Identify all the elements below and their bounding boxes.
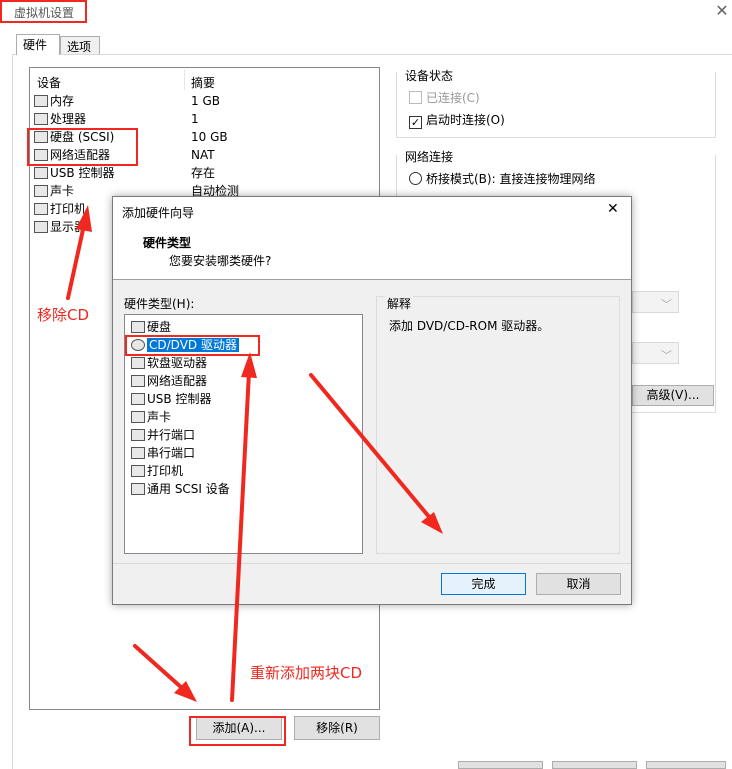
network-combo-1[interactable]: ﹀ (632, 291, 679, 313)
device-name: 打印机 (50, 202, 87, 216)
hw-item-parallel-port[interactable]: 并行端口 (125, 426, 362, 444)
hw-item-serial-port[interactable]: 串行端口 (125, 444, 362, 462)
remove-button[interactable]: 移除(R) (294, 716, 380, 740)
device-name: 内存 (50, 94, 75, 108)
hw-item-generic-scsi[interactable]: 通用 SCSI 设备 (125, 480, 362, 498)
hw-item-label: 并行端口 (147, 428, 196, 442)
bridged-radio[interactable]: 桥接模式(B): 直接连接物理网络 (409, 170, 595, 187)
hw-item-printer[interactable]: 打印机 (125, 462, 362, 480)
bridged-label: 桥接模式(B): 直接连接物理网络 (426, 172, 596, 186)
dialog-heading: 硬件类型 (143, 236, 192, 250)
removed-devices-highlight-box (27, 128, 138, 166)
device-status-title: 设备状态 (403, 67, 456, 84)
hw-item-label: USB 控制器 (147, 392, 212, 406)
finish-button[interactable]: 完成 (441, 573, 526, 595)
annotation-re-add-two-cd: 重新添加两块CD (250, 664, 363, 682)
connected-checkbox[interactable]: 已连接(C) (409, 89, 480, 106)
explanation-text: 添加 DVD/CD-ROM 驱动器。 (389, 319, 550, 333)
hw-item-hard-disk[interactable]: 硬盘 (125, 318, 362, 336)
generic-scsi-icon (131, 483, 145, 495)
connect-on-power-on-label: 启动时连接(O) (426, 113, 505, 127)
device-summary: 1 (191, 112, 199, 126)
dialog-close-icon[interactable]: ✕ (607, 201, 619, 217)
dialog-cancel-button[interactable]: 取消 (536, 573, 621, 595)
network-connection-title: 网络连接 (403, 148, 456, 165)
hw-item-label: 打印机 (147, 464, 184, 478)
device-name: 显示器 (50, 220, 87, 234)
cd-dvd-highlight-box (125, 335, 260, 356)
serial-port-icon (131, 447, 145, 459)
cancel-button-partial[interactable] (552, 761, 637, 769)
checkbox-unchecked-icon (409, 91, 422, 104)
advanced-button[interactable]: 高级(V)... (632, 385, 714, 406)
printer-icon (34, 203, 48, 215)
memory-icon (34, 95, 48, 107)
dialog-footer-divider (113, 563, 631, 564)
device-summary: 10 GB (191, 130, 228, 144)
dialog-title: 添加硬件向导 (122, 206, 195, 220)
usb-controller-icon (34, 167, 48, 179)
connected-label: 已连接(C) (426, 91, 480, 105)
hard-disk-icon (131, 321, 145, 333)
hardware-type-label: 硬件类型(H): (124, 297, 195, 311)
radio-icon (409, 172, 422, 185)
hw-item-label: 网络适配器 (147, 374, 208, 388)
tab-hardware[interactable]: 硬件 (16, 34, 60, 55)
device-row-processor[interactable]: 处理器 1 (34, 110, 374, 128)
device-summary: NAT (191, 148, 215, 162)
checkmark-icon: ✓ (409, 116, 422, 129)
hw-item-label: 通用 SCSI 设备 (147, 482, 230, 496)
network-adapter-icon (131, 375, 145, 387)
chevron-down-icon: ﹀ (661, 298, 672, 311)
sound-card-icon (34, 185, 48, 197)
column-divider (184, 70, 185, 90)
add-hardware-wizard-dialog: 添加硬件向导 ✕ 硬件类型 您要安装哪类硬件? 硬件类型(H): 硬盘 CD/D… (112, 196, 632, 605)
dialog-subheading: 您要安装哪类硬件? (169, 254, 272, 268)
device-column-header[interactable]: 设备 (37, 74, 61, 91)
tab-options[interactable]: 选项 (60, 36, 100, 55)
connect-on-power-on-checkbox[interactable]: ✓ 启动时连接(O) (409, 111, 505, 129)
device-name: USB 控制器 (50, 166, 115, 180)
parallel-port-icon (131, 429, 145, 441)
hw-item-label: 硬盘 (147, 320, 172, 334)
device-summary: 存在 (191, 166, 216, 180)
add-button-highlight-box (189, 716, 286, 746)
device-row-usb-controller[interactable]: USB 控制器 存在 (34, 164, 374, 182)
floppy-icon (131, 357, 145, 369)
explanation-group (376, 296, 620, 554)
device-summary: 1 GB (191, 94, 220, 108)
processor-icon (34, 113, 48, 125)
hw-item-label: 软盘驱动器 (147, 356, 208, 370)
hw-item-network-adapter[interactable]: 网络适配器 (125, 372, 362, 390)
help-button-partial[interactable] (646, 761, 726, 769)
device-row-memory[interactable]: 内存 1 GB (34, 92, 374, 110)
chevron-down-icon: ﹀ (661, 349, 672, 362)
device-name: 声卡 (50, 184, 75, 198)
annotation-remove-cd: 移除CD (37, 306, 90, 324)
network-combo-2[interactable]: ﹀ (632, 342, 679, 364)
title-highlight-box (0, 0, 87, 23)
hw-item-label: 串行端口 (147, 446, 196, 460)
sound-card-icon (131, 411, 145, 423)
hw-item-sound-card[interactable]: 声卡 (125, 408, 362, 426)
hw-item-label: 声卡 (147, 410, 172, 424)
ok-button-partial[interactable]: 确定 (458, 761, 543, 769)
device-name: 处理器 (50, 112, 87, 126)
usb-controller-icon (131, 393, 145, 405)
hw-item-usb-controller[interactable]: USB 控制器 (125, 390, 362, 408)
display-icon (34, 221, 48, 233)
window-close-button[interactable]: ✕ (712, 0, 732, 22)
summary-column-header[interactable]: 摘要 (191, 74, 215, 91)
explanation-title: 解释 (385, 295, 414, 312)
printer-icon (131, 465, 145, 477)
hw-item-floppy[interactable]: 软盘驱动器 (125, 354, 362, 372)
